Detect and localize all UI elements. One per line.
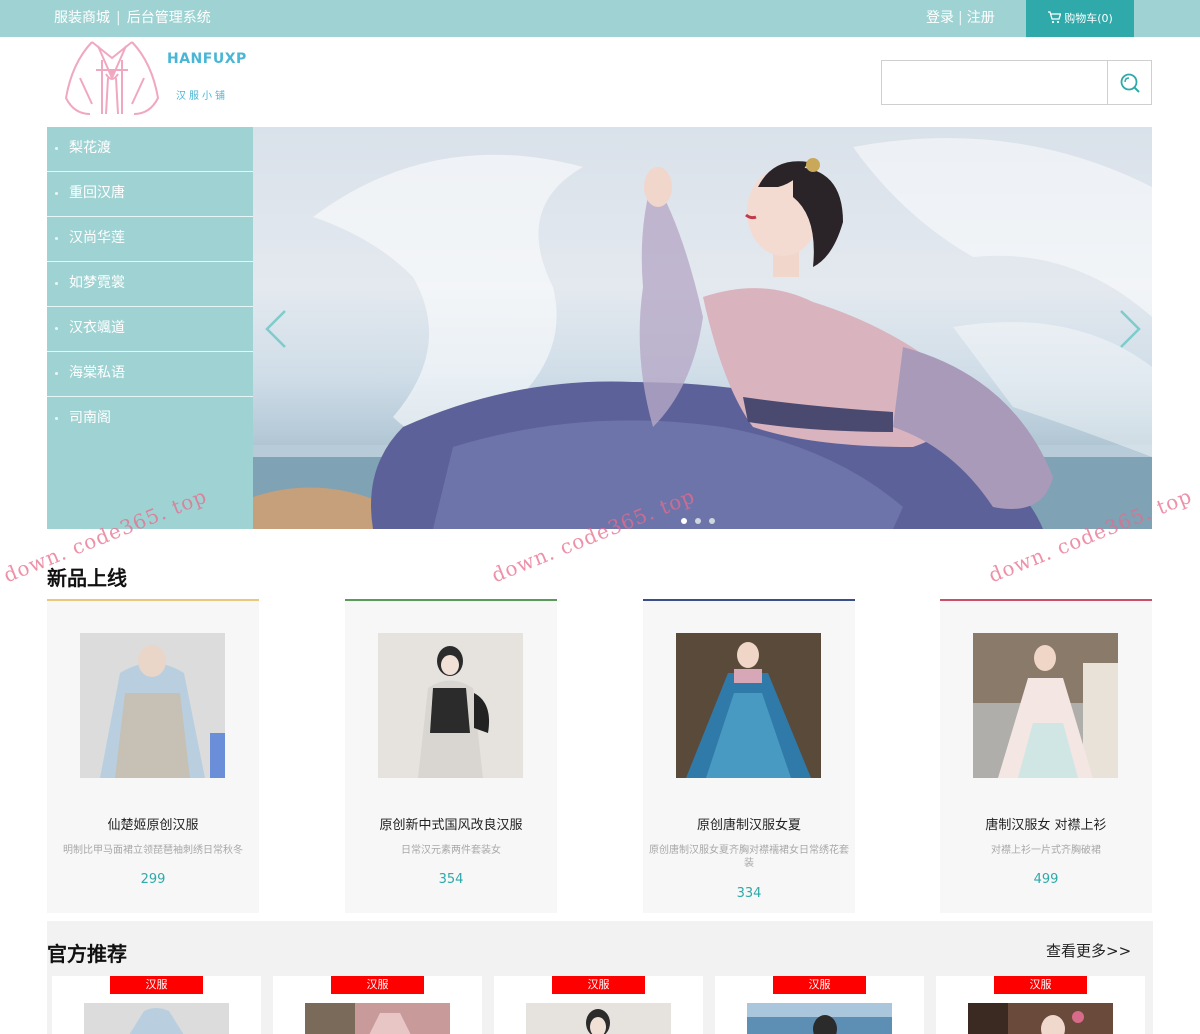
top-left-links: 服装商城 | 后台管理系统 bbox=[54, 0, 211, 37]
category-item[interactable]: 海棠私语 bbox=[47, 352, 253, 397]
bullet-icon bbox=[55, 281, 58, 285]
product-card[interactable]: 仙楚姬原创汉服 明制比甲马面裙立领琵琶袖刺绣日常秋冬 299 bbox=[47, 599, 259, 913]
card-accent-line bbox=[47, 599, 259, 601]
product-image[interactable] bbox=[305, 1003, 450, 1034]
search-icon bbox=[1120, 73, 1140, 93]
logo-image[interactable] bbox=[62, 38, 252, 118]
bullet-icon bbox=[55, 371, 58, 375]
product-image[interactable] bbox=[378, 633, 523, 778]
category-tag: 汉服 bbox=[552, 976, 645, 994]
category-label: 汉衣颯道 bbox=[69, 320, 125, 336]
product-card[interactable]: 唐制汉服女 对襟上衫 对襟上衫一片式齐胸破裙 499 bbox=[940, 599, 1152, 913]
login-link[interactable]: 登录 bbox=[926, 10, 954, 26]
search-box bbox=[881, 60, 1152, 105]
top-bar: 服装商城 | 后台管理系统 登录 | 注册 bbox=[0, 0, 1200, 37]
card-accent-line bbox=[345, 599, 557, 601]
category-menu: 梨花渡 重回汉唐 汉尚华莲 如梦霓裳 汉衣颯道 海棠私语 司南阁 bbox=[47, 127, 253, 529]
product-desc: 对襟上衫一片式齐胸破裙 bbox=[991, 845, 1101, 856]
product-card[interactable]: 原创唐制汉服女夏 原创唐制汉服女夏齐胸对襟襦裙女日常绣花套装 334 bbox=[643, 599, 855, 913]
product-desc: 明制比甲马面裙立领琵琶袖刺绣日常秋冬 bbox=[63, 845, 243, 856]
product-image[interactable] bbox=[968, 1003, 1113, 1034]
admin-link[interactable]: 后台管理系统 bbox=[127, 10, 211, 26]
recommend-card[interactable]: 汉服 bbox=[936, 976, 1145, 1034]
carousel-dots bbox=[681, 509, 723, 528]
next-arrow-icon[interactable] bbox=[1115, 307, 1145, 351]
category-item[interactable]: 梨花渡 bbox=[47, 127, 253, 172]
product-name[interactable]: 唐制汉服女 对襟上衫 bbox=[940, 814, 1152, 833]
bullet-icon bbox=[55, 146, 58, 150]
product-image[interactable] bbox=[84, 1003, 229, 1034]
category-item[interactable]: 汉尚华莲 bbox=[47, 217, 253, 262]
cart-label: 购物车(0) bbox=[1064, 12, 1113, 25]
recommend-card[interactable]: 汉服 bbox=[52, 976, 261, 1034]
new-products-title: 新品上线 bbox=[47, 566, 127, 590]
cart-icon bbox=[1048, 11, 1062, 24]
search-input[interactable] bbox=[882, 61, 1106, 104]
logo-name-en: HANFUXP bbox=[167, 51, 247, 67]
category-item[interactable]: 汉衣颯道 bbox=[47, 307, 253, 352]
search-button[interactable] bbox=[1107, 61, 1151, 104]
prev-arrow-icon[interactable] bbox=[261, 307, 291, 351]
product-name[interactable]: 仙楚姬原创汉服 bbox=[47, 814, 259, 833]
hanfu-logo-icon bbox=[64, 41, 160, 115]
bullet-icon bbox=[55, 326, 58, 330]
category-tag: 汉服 bbox=[994, 976, 1087, 994]
card-accent-line bbox=[643, 599, 855, 601]
category-label: 汉尚华莲 bbox=[69, 230, 125, 246]
product-image[interactable] bbox=[973, 633, 1118, 778]
product-price: 334 bbox=[736, 886, 762, 901]
divider: | bbox=[958, 10, 963, 26]
category-label: 司南阁 bbox=[69, 410, 111, 426]
product-price: 499 bbox=[1033, 872, 1059, 887]
category-label: 梨花渡 bbox=[69, 140, 111, 156]
product-price: 299 bbox=[140, 872, 166, 887]
product-image[interactable] bbox=[676, 633, 821, 778]
category-tag: 汉服 bbox=[110, 976, 203, 994]
carousel-dot[interactable] bbox=[695, 518, 701, 524]
cart-button[interactable]: 购物车(0) bbox=[1026, 0, 1134, 37]
carousel-dot[interactable] bbox=[681, 518, 687, 524]
product-name[interactable]: 原创新中式国风改良汉服 bbox=[345, 814, 557, 833]
product-image[interactable] bbox=[80, 633, 225, 778]
product-image[interactable] bbox=[747, 1003, 892, 1034]
site-name-link[interactable]: 服装商城 bbox=[54, 10, 110, 26]
product-card[interactable]: 原创新中式国风改良汉服 日常汉元素两件套装女 354 bbox=[345, 599, 557, 913]
banner-carousel[interactable] bbox=[253, 127, 1152, 529]
recommend-card[interactable]: 汉服 bbox=[715, 976, 924, 1034]
logo-name-cn: 汉服小铺 bbox=[176, 91, 228, 102]
top-right-links: 登录 | 注册 bbox=[926, 0, 995, 37]
category-tag: 汉服 bbox=[331, 976, 424, 994]
product-price: 354 bbox=[438, 872, 464, 887]
carousel-dot[interactable] bbox=[709, 518, 715, 524]
recommend-title: 官方推荐 bbox=[47, 942, 127, 966]
recommend-card[interactable]: 汉服 bbox=[494, 976, 703, 1034]
category-item[interactable]: 司南阁 bbox=[47, 397, 253, 442]
category-tag: 汉服 bbox=[773, 976, 866, 994]
register-link[interactable]: 注册 bbox=[967, 10, 995, 26]
bullet-icon bbox=[55, 191, 58, 195]
category-label: 如梦霓裳 bbox=[69, 275, 125, 291]
product-desc: 日常汉元素两件套装女 bbox=[401, 845, 501, 856]
view-more-link[interactable]: 查看更多>> bbox=[1046, 940, 1131, 961]
bullet-icon bbox=[55, 236, 58, 240]
category-label: 重回汉唐 bbox=[69, 185, 125, 201]
category-item[interactable]: 重回汉唐 bbox=[47, 172, 253, 217]
product-desc: 原创唐制汉服女夏齐胸对襟襦裙女日常绣花套装 bbox=[649, 845, 849, 869]
card-accent-line bbox=[940, 599, 1152, 601]
bullet-icon bbox=[55, 416, 58, 420]
product-name[interactable]: 原创唐制汉服女夏 bbox=[643, 814, 855, 833]
category-item[interactable]: 如梦霓裳 bbox=[47, 262, 253, 307]
product-image[interactable] bbox=[526, 1003, 671, 1034]
divider: | bbox=[116, 10, 121, 26]
category-label: 海棠私语 bbox=[69, 365, 125, 381]
recommend-card[interactable]: 汉服 bbox=[273, 976, 482, 1034]
banner-image bbox=[253, 138, 1152, 529]
